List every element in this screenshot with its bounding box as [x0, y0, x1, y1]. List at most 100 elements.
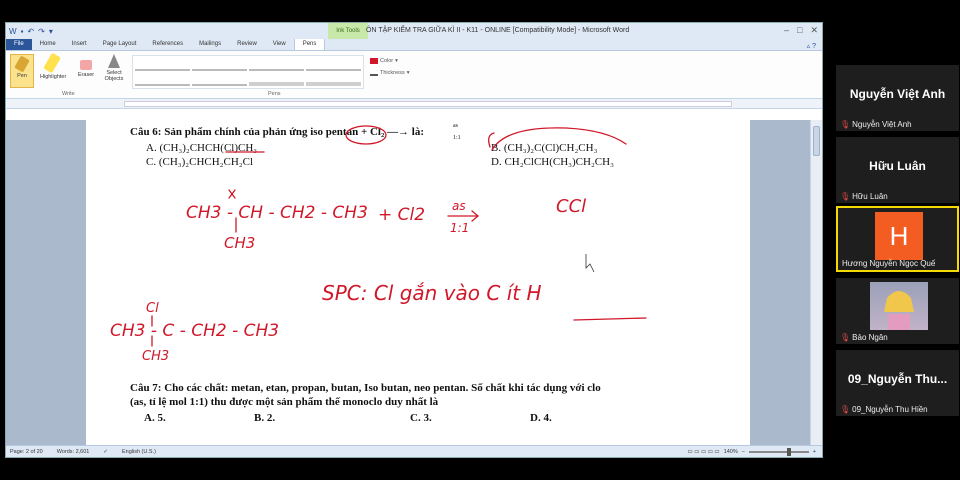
ribbon-tabs: File Home Insert Page Layout References …: [6, 38, 822, 51]
tab-page-layout[interactable]: Page Layout: [95, 39, 145, 50]
undo-icon[interactable]: ↶: [27, 27, 34, 36]
word-window: W ▪ ↶ ↷ ▾ Ink Tools ÔN TẬP KIỂM TRA GIỮA…: [5, 22, 823, 458]
ink-condition-bottom: 1:1: [450, 221, 469, 235]
thickness-dropdown[interactable]: Thickness ▾: [370, 70, 410, 76]
view-buttons-icon[interactable]: ▭ ▭ ▭ ▭ ▭: [688, 449, 720, 455]
mouse-pointer-icon: [585, 254, 595, 273]
pen-style[interactable]: [192, 73, 247, 86]
ink-product-bottom: CH3: [142, 349, 169, 364]
participant-name-display: 09_Nguyễn Thu...: [847, 372, 948, 386]
scroll-thumb[interactable]: [813, 126, 820, 156]
participants-panel: Nguyễn Việt Anh 🎙︎ Nguyễn Việt Anh Hữu Lu…: [832, 60, 960, 460]
color-dropdown[interactable]: Color ▾: [370, 58, 398, 64]
ruler[interactable]: [6, 99, 822, 109]
pen-style[interactable]: [249, 58, 304, 71]
highlighter-style[interactable]: [249, 73, 304, 86]
window-title: ÔN TẬP KIỂM TRA GIỮA KÌ II - K11 - ONLIN…: [366, 27, 630, 34]
participant-tile[interactable]: 09_Nguyễn Thu... 🎙︎ 09_Nguyễn Thu Hiền: [836, 350, 959, 416]
document-page[interactable]: Câu 6: Sản phẩm chính của phản ứng iso p…: [86, 120, 750, 447]
participant-avatar-image: [870, 282, 928, 330]
tab-view[interactable]: View: [265, 39, 294, 50]
participant-caption: Nguyễn Việt Anh: [852, 120, 912, 129]
zoom-slider[interactable]: [748, 447, 809, 456]
ink-circle-option-b: [488, 127, 627, 151]
mic-muted-icon: 🎙︎: [840, 333, 851, 342]
color-swatch: [370, 58, 378, 64]
ink-condition-top: as: [452, 199, 466, 213]
thickness-icon: [370, 70, 378, 76]
pens-gallery[interactable]: [132, 55, 364, 89]
ink-underline-it-h: [573, 317, 647, 321]
eraser-button[interactable]: Eraser: [74, 54, 98, 78]
ink-tools-context-label: Ink Tools: [328, 23, 368, 39]
tab-review[interactable]: Review: [229, 39, 265, 50]
quick-access-toolbar: W ▪ ↶ ↷ ▾: [6, 27, 53, 36]
eraser-icon: [80, 60, 92, 70]
participant-caption: 09_Nguyễn Thu Hiền: [852, 405, 928, 414]
pen-label: Pen: [17, 73, 27, 79]
title-bar: W ▪ ↶ ↷ ▾ Ink Tools ÔN TẬP KIỂM TRA GIỮA…: [6, 23, 822, 39]
tab-home[interactable]: Home: [32, 39, 64, 50]
redo-icon[interactable]: ↷: [38, 27, 45, 36]
participant-avatar: H: [875, 212, 923, 260]
color-label: Color: [380, 58, 394, 64]
ink-spc-note: SPC: Cl gắn vào C ít H: [322, 281, 541, 305]
participant-caption: Hữu Luân: [852, 192, 888, 201]
language-indicator[interactable]: English (U.S.): [122, 449, 156, 455]
participant-tile-active-speaker[interactable]: H Hương Nguyễn Ngọc Quế: [836, 206, 959, 272]
pen-style[interactable]: [306, 58, 361, 71]
word-app-icon[interactable]: W: [9, 27, 17, 36]
participant-tile[interactable]: Nguyễn Việt Anh 🎙︎ Nguyễn Việt Anh: [836, 65, 959, 131]
participant-tile[interactable]: 🎙︎ Bảo Ngân: [836, 278, 959, 344]
highlighter-icon: [43, 52, 61, 74]
highlighter-style[interactable]: [306, 73, 361, 86]
zoom-level[interactable]: 140%: [724, 449, 738, 455]
select-objects-label: Select Objects: [104, 70, 124, 82]
pen-icon: [14, 55, 30, 73]
pen-style[interactable]: [135, 73, 190, 86]
ink-circle-iso: [345, 125, 387, 145]
participant-caption: Bảo Ngân: [852, 333, 888, 342]
highlighter-button[interactable]: Highlighter: [40, 52, 66, 80]
pen-button[interactable]: Pen: [10, 54, 34, 88]
select-objects-button[interactable]: Select Objects: [102, 54, 126, 82]
save-icon[interactable]: ▪: [21, 27, 24, 36]
zoom-slider-knob[interactable]: [786, 447, 791, 456]
help-icon[interactable]: ▵ ?: [807, 42, 822, 50]
minimize-icon[interactable]: –: [784, 25, 789, 36]
close-icon[interactable]: ✕: [810, 25, 818, 36]
proofing-icon[interactable]: ✓: [103, 449, 108, 455]
vertical-scrollbar[interactable]: [810, 120, 822, 447]
pen-style[interactable]: [135, 58, 190, 71]
tab-references[interactable]: References: [144, 39, 191, 50]
status-bar: Page: 2 of 20 Words: 2,601 ✓ English (U.…: [6, 445, 822, 457]
zoom-out-icon[interactable]: –: [742, 449, 745, 455]
ink-product-chain: CH3 - C - CH2 - CH3: [110, 321, 279, 341]
tab-pens[interactable]: Pens: [293, 38, 326, 50]
ink-reactant-chain: CH3 - CH - CH2 - CH3: [186, 203, 368, 223]
ink-reactant-branch: CH3: [224, 234, 255, 252]
ink-plus-cl2: + Cl2: [378, 205, 425, 225]
group-label-pens: Pens: [268, 91, 281, 97]
ink-ccl: CCl: [556, 196, 586, 217]
pen-style[interactable]: [192, 58, 247, 71]
ink-product-top: Cl: [146, 301, 159, 316]
participant-name-display: Hữu Luân: [869, 159, 926, 173]
cursor-arrow-icon: [108, 54, 120, 68]
mic-muted-icon: 🎙︎: [840, 405, 851, 414]
document-area[interactable]: Câu 6: Sản phẩm chính của phản ứng iso p…: [6, 120, 810, 447]
maximize-icon[interactable]: □: [797, 25, 802, 36]
zoom-in-icon[interactable]: +: [813, 449, 816, 455]
ink-annotations: CH3 - CH - CH2 - CH3 CH3 + Cl2 as 1:1 CC…: [110, 125, 647, 364]
tab-file[interactable]: File: [6, 39, 32, 50]
participant-tile[interactable]: Hữu Luân 🎙︎ Hữu Luân: [836, 137, 959, 203]
page-count[interactable]: Page: 2 of 20: [10, 449, 43, 455]
word-count[interactable]: Words: 2,601: [57, 449, 90, 455]
mic-muted-icon: 🎙︎: [840, 120, 851, 129]
eraser-label: Eraser: [77, 72, 95, 78]
thickness-label: Thickness: [380, 70, 405, 76]
customize-dropdown-icon[interactable]: ▾: [49, 27, 53, 36]
tab-insert[interactable]: Insert: [64, 39, 95, 50]
tab-mailings[interactable]: Mailings: [191, 39, 229, 50]
participant-caption: Hương Nguyễn Ngọc Quế: [842, 259, 936, 268]
